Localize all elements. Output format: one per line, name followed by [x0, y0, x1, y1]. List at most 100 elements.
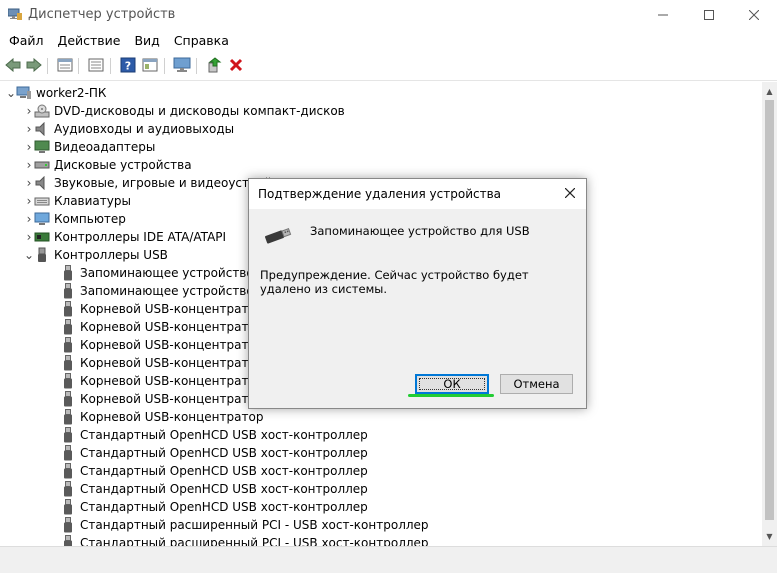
usb-device-item[interactable]: Корневой USB-концентратор — [60, 300, 263, 318]
usb-device-item[interactable]: Стандартный расширенный PCI - USB хост-к… — [60, 534, 429, 546]
tree-category[interactable]: › Видеоадаптеры — [24, 138, 156, 156]
update-driver-icon — [206, 56, 222, 76]
back-arrow-icon — [5, 57, 21, 75]
chevron-down-icon[interactable]: ⌄ — [24, 246, 34, 264]
usb-device-label: Корневой USB-концентратор — [80, 392, 264, 406]
toolbar: ? — [0, 52, 777, 81]
usb-device-item[interactable]: Корневой USB-концентратор — [60, 408, 263, 426]
usb-device-label: Стандартный OpenHCD USB хост-контроллер — [80, 500, 368, 514]
uninstall-device-button[interactable] — [226, 56, 246, 76]
usb-device-item[interactable]: Стандартный OpenHCD USB хост-контроллер — [60, 426, 368, 444]
tree-category[interactable]: › Аудиовходы и аудиовыходы — [24, 120, 234, 138]
back-button[interactable] — [3, 56, 23, 76]
maximize-button[interactable] — [686, 0, 732, 30]
dvd-drive-icon — [34, 103, 50, 119]
tree-category[interactable]: › Клавиатуры — [24, 192, 131, 210]
tree-category-label: Контроллеры IDE ATA/ATAPI — [54, 230, 227, 244]
usb-device-icon — [60, 319, 76, 335]
usb-device-item[interactable]: Корневой USB-концентратор — [60, 372, 263, 390]
help-button[interactable]: ? — [118, 56, 138, 76]
uninstall-icon — [229, 58, 243, 75]
scroll-up-arrow-icon[interactable]: ▲ — [762, 84, 777, 99]
tree-category-usb[interactable]: ⌄ Контроллеры USB — [24, 246, 168, 264]
usb-device-icon — [60, 427, 76, 443]
usb-device-icon — [60, 301, 76, 317]
dialog-title-bar: Подтверждение удаления устройства — [249, 179, 586, 209]
chevron-right-icon[interactable]: › — [24, 192, 34, 210]
display-adapter-icon — [34, 139, 50, 155]
usb-device-item[interactable]: Стандартный OpenHCD USB хост-контроллер — [60, 498, 368, 516]
usb-device-icon — [60, 337, 76, 353]
usb-device-label: Стандартный OpenHCD USB хост-контроллер — [80, 464, 368, 478]
usb-device-label: Корневой USB-концентратор — [80, 410, 264, 424]
scan-hardware-button[interactable] — [172, 56, 192, 76]
tree-category[interactable]: › DVD-дисководы и дисководы компакт-диск… — [24, 102, 345, 120]
dialog-warning-text: Предупреждение. Сейчас устройство будет … — [260, 268, 529, 296]
highlight-underline — [408, 394, 494, 397]
dialog-close-button[interactable] — [556, 179, 586, 209]
close-button[interactable] — [731, 0, 777, 30]
scroll-down-arrow-icon[interactable]: ▼ — [762, 529, 777, 544]
title-bar: Диспетчер устройств — [0, 0, 777, 30]
disk-drive-icon — [34, 157, 50, 173]
chevron-down-icon[interactable]: ⌄ — [6, 84, 16, 102]
usb-device-icon — [60, 463, 76, 479]
tree-category[interactable]: › Контроллеры IDE ATA/ATAPI — [24, 228, 226, 246]
menu-view[interactable]: Вид — [127, 30, 166, 52]
view-button[interactable] — [140, 56, 160, 76]
usb-device-label: Корневой USB-концентратор — [80, 374, 264, 388]
view-icon — [142, 58, 158, 75]
usb-device-label: Корневой USB-концентратор — [80, 338, 264, 352]
keyboard-icon — [34, 193, 50, 209]
close-icon — [749, 10, 759, 20]
toolbar-separator — [47, 58, 48, 74]
forward-button[interactable] — [24, 56, 44, 76]
tree-root[interactable]: ⌄ worker2-ПК — [6, 84, 106, 102]
usb-device-item[interactable]: Стандартный OpenHCD USB хост-контроллер — [60, 462, 368, 480]
chevron-right-icon[interactable]: › — [24, 138, 34, 156]
menu-help[interactable]: Справка — [167, 30, 236, 52]
tree-category-label: Компьютер — [54, 212, 126, 226]
usb-device-icon — [60, 265, 76, 281]
usb-device-label: Корневой USB-концентратор — [80, 356, 264, 370]
list-button[interactable] — [86, 56, 106, 76]
scrollbar-thumb[interactable] — [765, 100, 774, 520]
chevron-right-icon[interactable]: › — [24, 102, 34, 120]
usb-device-icon — [60, 481, 76, 497]
minimize-icon — [658, 10, 668, 20]
usb-device-item[interactable]: Стандартный OpenHCD USB хост-контроллер — [60, 480, 368, 498]
ok-button[interactable]: ОК — [415, 374, 489, 394]
window-title: Диспетчер устройств — [28, 7, 176, 22]
usb-device-icon — [60, 373, 76, 389]
tree-category-label: Дисковые устройства — [54, 158, 192, 172]
usb-device-item[interactable]: Корневой USB-концентратор — [60, 336, 263, 354]
usb-storage-icon — [261, 223, 293, 247]
usb-device-label: Стандартный OpenHCD USB хост-контроллер — [80, 482, 368, 496]
tree-category[interactable]: › Дисковые устройства — [24, 156, 192, 174]
dialog-device-name: Запоминающее устройство для USB — [310, 224, 530, 238]
chevron-right-icon[interactable]: › — [24, 210, 34, 228]
update-driver-button[interactable] — [204, 56, 224, 76]
properties-button[interactable] — [55, 56, 75, 76]
cancel-button[interactable]: Отмена — [500, 374, 573, 394]
usb-device-item[interactable]: Стандартный расширенный PCI - USB хост-к… — [60, 516, 429, 534]
chevron-right-icon[interactable]: › — [24, 228, 34, 246]
menu-action[interactable]: Действие — [51, 30, 128, 52]
usb-device-item[interactable]: Стандартный OpenHCD USB хост-контроллер — [60, 444, 368, 462]
usb-device-item[interactable]: Корневой USB-концентратор — [60, 354, 263, 372]
usb-device-item[interactable]: Корневой USB-концентратор — [60, 318, 263, 336]
dialog-title: Подтверждение удаления устройства — [258, 187, 501, 201]
usb-device-item[interactable]: Корневой USB-концентратор — [60, 390, 263, 408]
computer-icon — [34, 211, 50, 227]
device-manager-app-icon — [7, 8, 22, 20]
chevron-right-icon[interactable]: › — [24, 174, 34, 192]
toolbar-separator — [110, 58, 111, 74]
tree-root-label: worker2-ПК — [36, 86, 107, 100]
chevron-right-icon[interactable]: › — [24, 120, 34, 138]
minimize-button[interactable] — [640, 0, 686, 30]
chevron-right-icon[interactable]: › — [24, 156, 34, 174]
vertical-scrollbar[interactable]: ▲ ▼ — [762, 82, 777, 546]
tree-category[interactable]: › Компьютер — [24, 210, 126, 228]
menu-file[interactable]: Файл — [2, 30, 51, 52]
focus-rect — [419, 378, 485, 390]
